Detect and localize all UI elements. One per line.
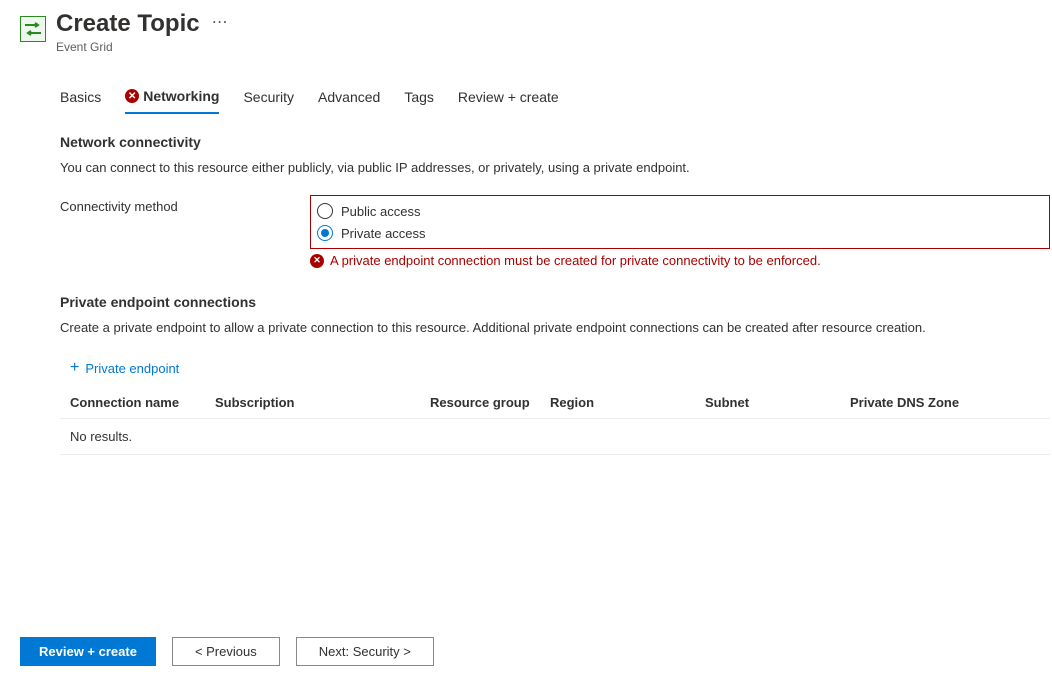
- radio-icon: [317, 203, 333, 219]
- add-label: Private endpoint: [85, 361, 179, 376]
- radio-label: Public access: [341, 204, 420, 219]
- col-subscription: Subscription: [215, 395, 430, 410]
- connectivity-radio-group: Public access Private access: [310, 195, 1050, 249]
- radio-icon: [317, 225, 333, 241]
- tab-security[interactable]: Security: [243, 84, 294, 114]
- page-header: Create Topic ⋯ Event Grid: [20, 10, 1052, 54]
- radio-public-access[interactable]: Public access: [317, 200, 1043, 222]
- col-subnet: Subnet: [705, 395, 850, 410]
- section-title-network: Network connectivity: [60, 134, 1050, 150]
- error-text: A private endpoint connection must be cr…: [330, 253, 821, 268]
- add-private-endpoint-button[interactable]: + Private endpoint: [70, 359, 1050, 377]
- more-icon[interactable]: ⋯: [212, 12, 229, 36]
- previous-button[interactable]: < Previous: [172, 637, 280, 666]
- wizard-footer: Review + create < Previous Next: Securit…: [20, 637, 434, 666]
- connectivity-error: ✕ A private endpoint connection must be …: [310, 253, 1050, 268]
- tab-label: Basics: [60, 89, 101, 105]
- col-connection-name: Connection name: [70, 395, 215, 410]
- radio-label: Private access: [341, 226, 426, 241]
- tab-label: Review + create: [458, 89, 559, 105]
- page-subtitle: Event Grid: [56, 40, 229, 54]
- section-title-pe: Private endpoint connections: [60, 294, 1050, 310]
- tab-label: Networking: [143, 88, 219, 104]
- next-button[interactable]: Next: Security >: [296, 637, 434, 666]
- pe-table-header: Connection name Subscription Resource gr…: [60, 387, 1050, 419]
- section-desc-pe: Create a private endpoint to allow a pri…: [60, 320, 1050, 335]
- tab-label: Tags: [404, 89, 434, 105]
- col-private-dns-zone: Private DNS Zone: [850, 395, 1040, 410]
- tab-label: Advanced: [318, 89, 380, 105]
- tab-review-create[interactable]: Review + create: [458, 84, 559, 114]
- error-icon: ✕: [125, 89, 139, 103]
- page-title: Create Topic: [56, 10, 200, 38]
- tab-basics[interactable]: Basics: [60, 84, 101, 114]
- tab-networking[interactable]: ✕ Networking: [125, 84, 219, 114]
- review-create-button[interactable]: Review + create: [20, 637, 156, 666]
- connectivity-label: Connectivity method: [60, 195, 310, 214]
- radio-private-access[interactable]: Private access: [317, 222, 1043, 244]
- error-icon: ✕: [310, 254, 324, 268]
- col-region: Region: [550, 395, 705, 410]
- section-desc-network: You can connect to this resource either …: [60, 160, 1050, 175]
- plus-icon: +: [70, 359, 79, 377]
- pe-table-empty: No results.: [60, 419, 1050, 455]
- tab-label: Security: [243, 89, 294, 105]
- tab-advanced[interactable]: Advanced: [318, 84, 380, 114]
- col-resource-group: Resource group: [430, 395, 550, 410]
- tab-tags[interactable]: Tags: [404, 84, 434, 114]
- tab-bar: Basics ✕ Networking Security Advanced Ta…: [60, 84, 1052, 114]
- event-grid-icon: [20, 16, 46, 42]
